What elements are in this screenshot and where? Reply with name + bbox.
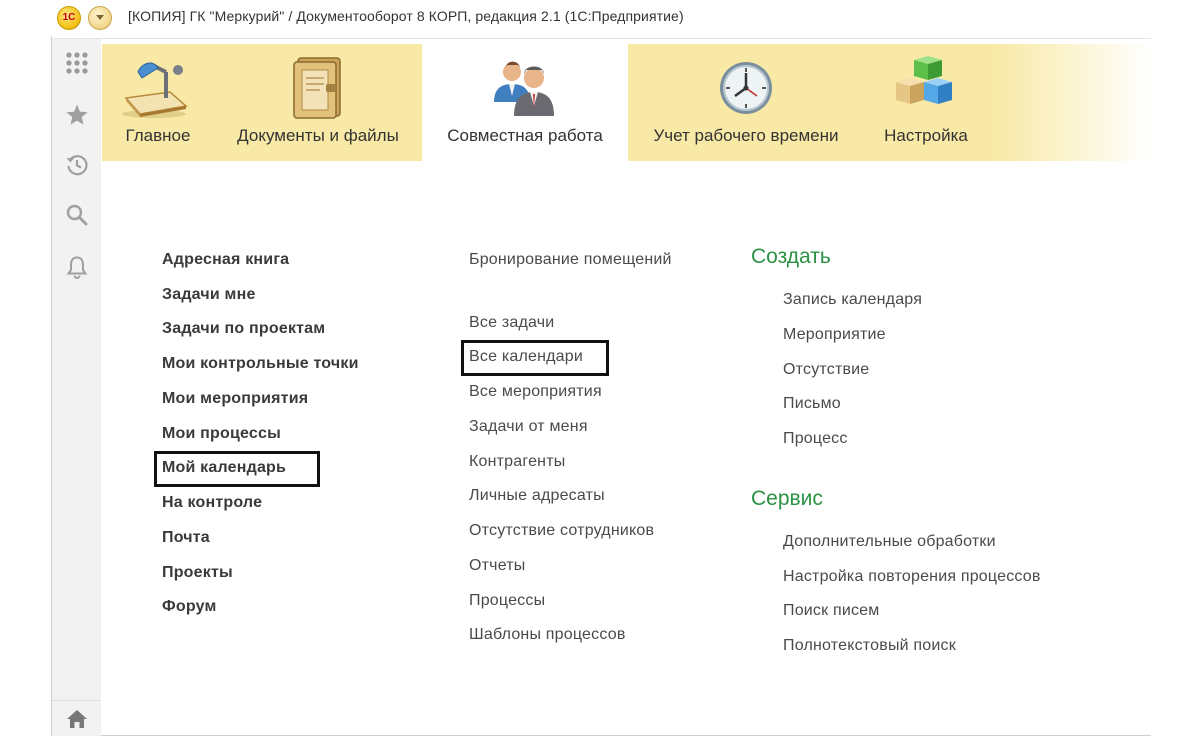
link-employee-absence[interactable]: Отсутствие сотрудников	[469, 522, 654, 540]
window-title: [КОПИЯ] ГК "Меркурий" / Документооборот …	[128, 8, 684, 24]
link-my-checkpoints[interactable]: Мои контрольные точки	[162, 355, 359, 373]
tab-collaboration[interactable]: Совместная работа	[422, 44, 628, 161]
tab-label: Настройка	[884, 126, 968, 145]
binder-icon	[293, 57, 341, 119]
1c-logo-icon[interactable]: 1С	[57, 6, 81, 30]
star-icon[interactable]	[52, 95, 101, 135]
group-title-create: Создать	[751, 245, 831, 268]
apps-grid-icon[interactable]	[52, 43, 101, 83]
link-my-processes[interactable]: Мои процессы	[162, 425, 281, 443]
frame-bottom-line	[51, 735, 1151, 736]
home-button[interactable]	[52, 700, 101, 736]
link-project-tasks[interactable]: Задачи по проектам	[162, 320, 325, 338]
people-icon	[494, 61, 554, 116]
highlight-box-my-calendar	[154, 451, 320, 487]
desk-lamp-icon	[122, 62, 188, 118]
chevron-down-icon	[96, 15, 104, 20]
history-icon[interactable]	[52, 145, 101, 185]
link-all-events[interactable]: Все мероприятия	[469, 383, 602, 401]
link-tasks-for-me[interactable]: Задачи мне	[162, 286, 256, 304]
cubes-icon	[896, 56, 952, 104]
search-icon[interactable]	[52, 195, 101, 235]
tab-documents-and-files[interactable]: Документы и файлы	[214, 44, 422, 161]
link-all-tasks[interactable]: Все задачи	[469, 314, 554, 332]
link-on-control[interactable]: На контроле	[162, 494, 262, 512]
highlight-box-all-calendars	[461, 340, 609, 376]
link-room-booking[interactable]: Бронирование помещений	[469, 251, 672, 269]
main-menu-button[interactable]	[88, 6, 112, 30]
link-address-book[interactable]: Адресная книга	[162, 251, 289, 269]
link-my-events[interactable]: Мои мероприятия	[162, 390, 308, 408]
group-title-service: Сервис	[751, 487, 823, 510]
service-process-repeat-settings[interactable]: Настройка повторения процессов	[783, 568, 1041, 586]
link-processes[interactable]: Процессы	[469, 592, 545, 610]
frame-top-line	[51, 38, 1151, 39]
bell-icon[interactable]	[52, 247, 101, 287]
create-event[interactable]: Мероприятие	[783, 326, 886, 344]
link-counterparties[interactable]: Контрагенты	[469, 453, 565, 471]
home-icon	[67, 710, 87, 728]
tab-label: Совместная работа	[447, 126, 603, 145]
tab-label: Учет рабочего времени	[653, 126, 839, 145]
link-tasks-from-me[interactable]: Задачи от меня	[469, 418, 588, 436]
tool-panel	[52, 39, 101, 709]
link-projects[interactable]: Проекты	[162, 564, 233, 582]
service-additional-processing[interactable]: Дополнительные обработки	[783, 533, 996, 551]
tab-label: Документы и файлы	[237, 126, 399, 145]
tab-work-time-accounting[interactable]: Учет рабочего времени	[628, 44, 864, 161]
section-bar: Главное Документы и файлы Совместная раб…	[102, 44, 1152, 161]
tab-settings[interactable]: Настройка	[864, 44, 988, 161]
create-letter[interactable]: Письмо	[783, 395, 841, 413]
link-personal-addressees[interactable]: Личные адресаты	[469, 487, 605, 505]
create-process[interactable]: Процесс	[783, 430, 848, 448]
link-mail[interactable]: Почта	[162, 529, 210, 547]
create-absence[interactable]: Отсутствие	[783, 361, 869, 379]
service-letter-search[interactable]: Поиск писем	[783, 602, 879, 620]
create-calendar-entry[interactable]: Запись календаря	[783, 291, 922, 309]
tab-label: Главное	[125, 126, 191, 145]
title-bar: 1С [КОПИЯ] ГК "Меркурий" / Документообор…	[0, 0, 1200, 36]
tab-main[interactable]: Главное	[102, 44, 214, 161]
link-process-templates[interactable]: Шаблоны процессов	[469, 626, 626, 644]
service-fulltext-search[interactable]: Полнотекстовый поиск	[783, 637, 956, 655]
clock-icon	[720, 62, 772, 114]
link-forum[interactable]: Форум	[162, 598, 217, 616]
link-reports[interactable]: Отчеты	[469, 557, 526, 575]
